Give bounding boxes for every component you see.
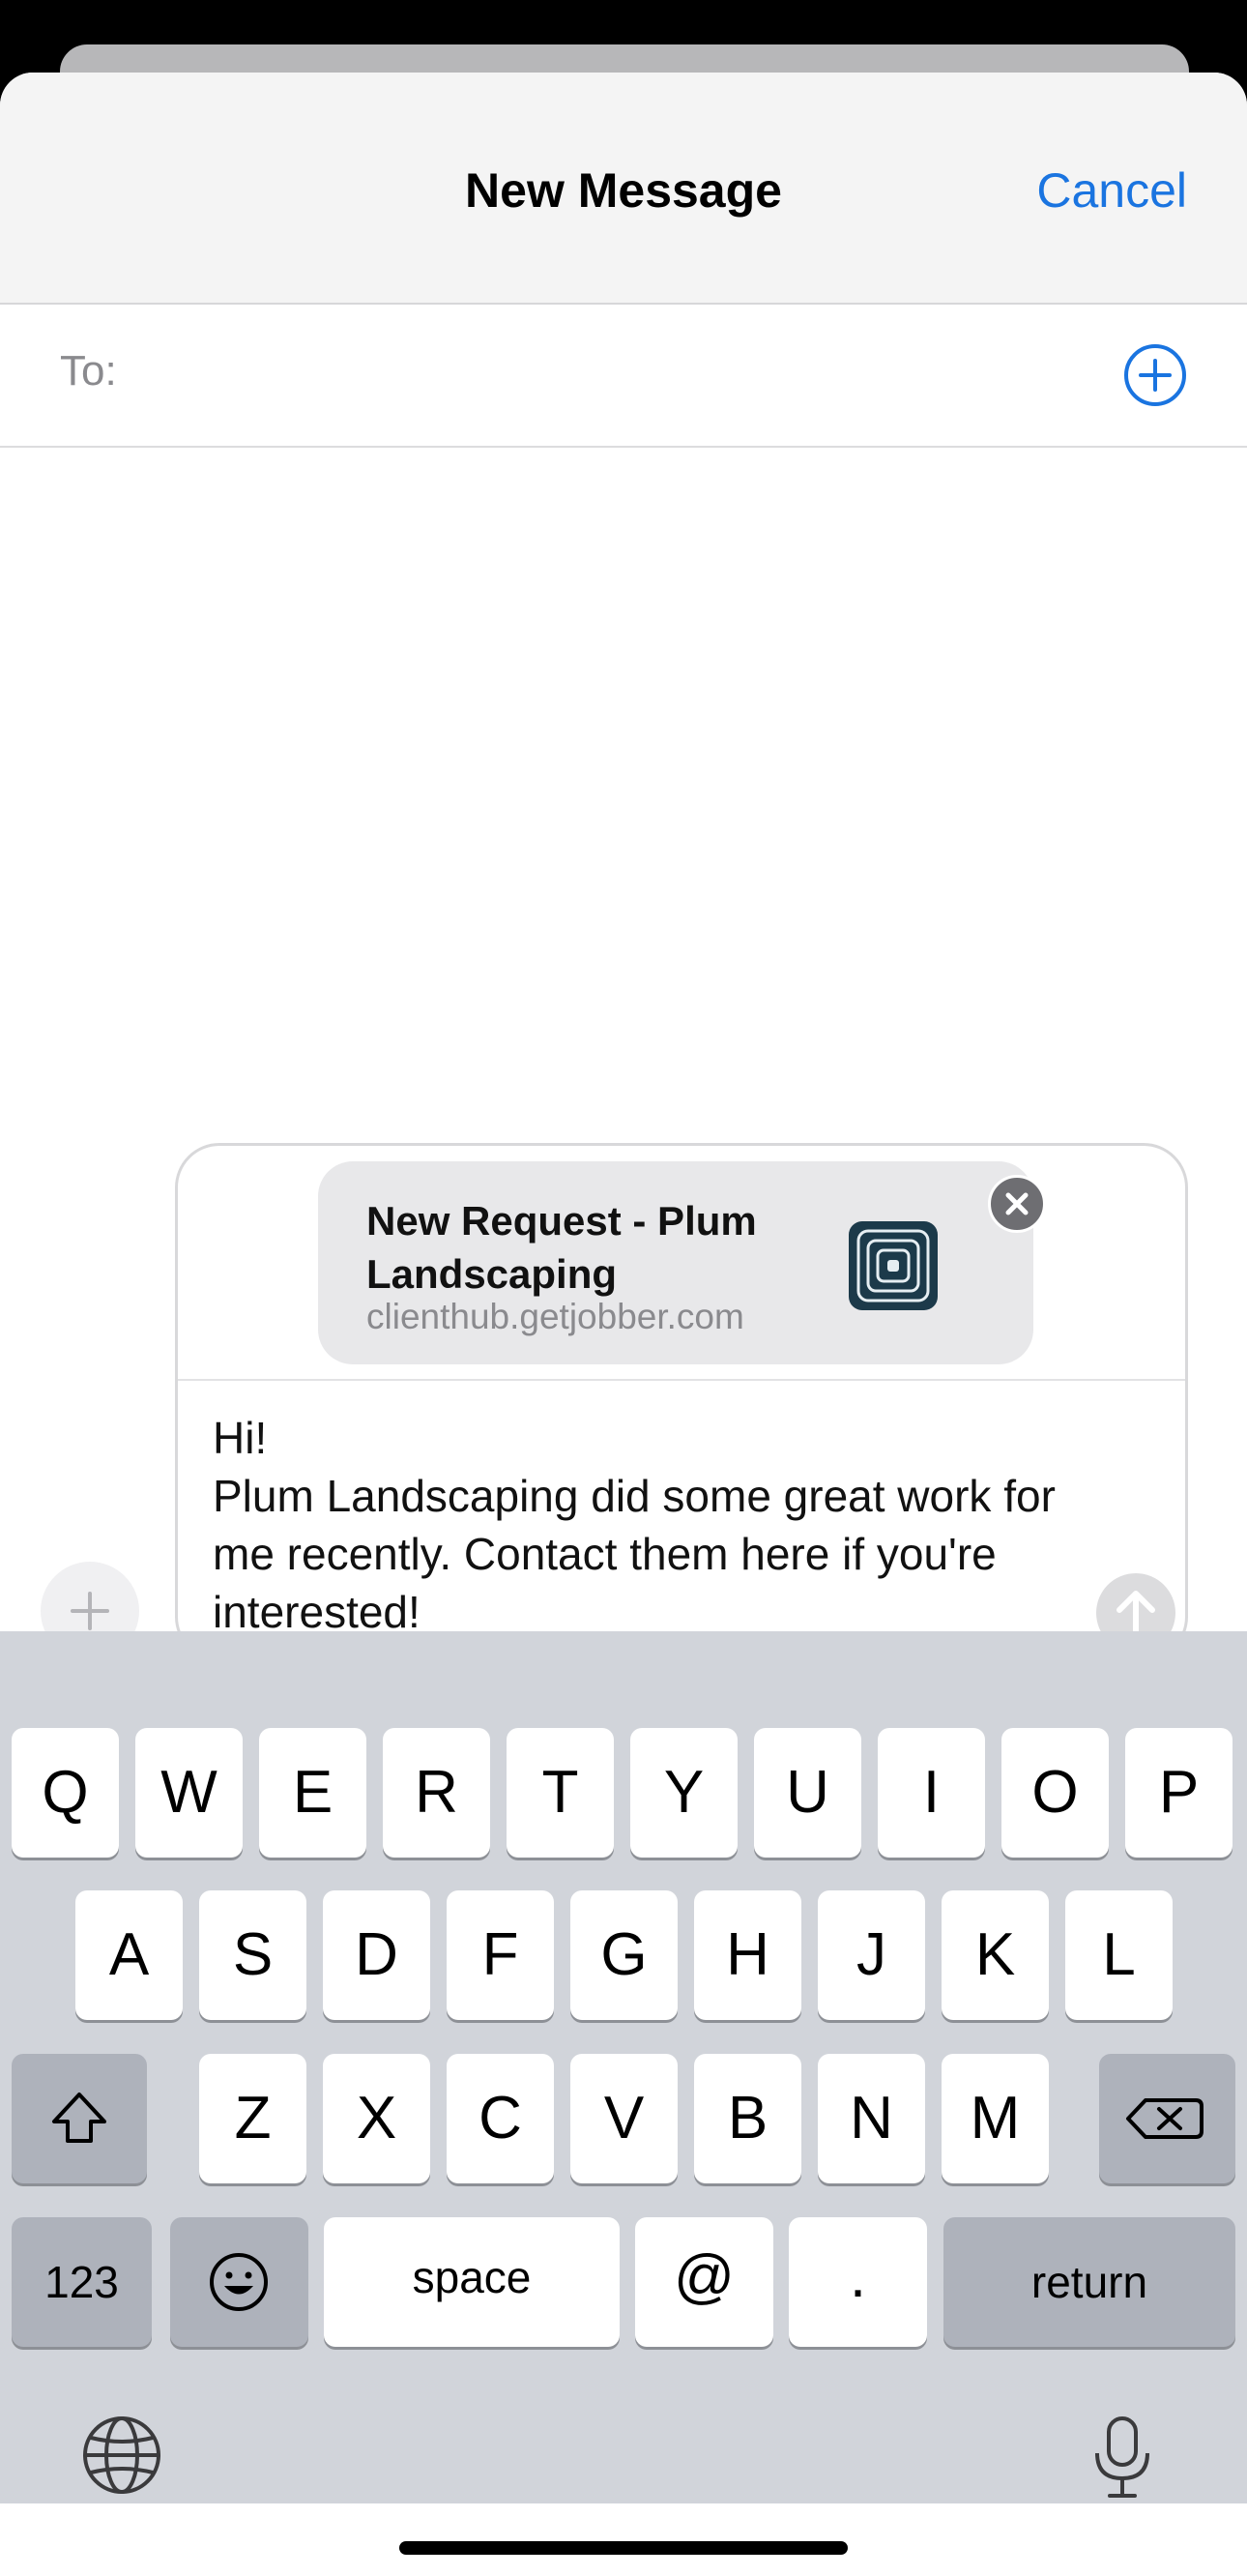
key-y[interactable]: Y: [630, 1728, 738, 1858]
key-d[interactable]: D: [323, 1890, 430, 2020]
key-f[interactable]: F: [447, 1890, 554, 2020]
numbers-key-label: 123: [44, 2257, 119, 2307]
key-label: T: [541, 1759, 579, 1826]
link-preview-title: New Request - Plum Landscaping: [366, 1198, 757, 1297]
key-q[interactable]: Q: [12, 1728, 119, 1858]
key-label: Q: [42, 1759, 89, 1826]
emoji-icon: [210, 2253, 268, 2311]
key-z[interactable]: Z: [199, 2054, 306, 2183]
to-label: To:: [60, 347, 117, 395]
cancel-button[interactable]: Cancel: [1036, 162, 1187, 219]
key-b[interactable]: B: [694, 2054, 801, 2183]
key-label: Z: [234, 2085, 272, 2152]
key-label: Y: [663, 1759, 705, 1826]
key-c[interactable]: C: [447, 2054, 554, 2183]
key-label: J: [856, 1921, 886, 1988]
return-key[interactable]: return: [943, 2217, 1235, 2347]
recipient-row[interactable]: To:: [0, 305, 1247, 448]
delete-key[interactable]: [1099, 2054, 1235, 2183]
backspace-icon: [1126, 2098, 1204, 2139]
key-l[interactable]: L: [1065, 1890, 1173, 2020]
key-label: C: [478, 2085, 522, 2152]
key-label: D: [355, 1921, 398, 1988]
jobber-logo-icon: [849, 1221, 938, 1310]
key-label: H: [726, 1921, 769, 1988]
key-h[interactable]: H: [694, 1890, 801, 2020]
key-label: S: [232, 1921, 274, 1988]
microphone-icon[interactable]: [1090, 2415, 1154, 2502]
key-label: X: [356, 2085, 397, 2152]
message-body-text[interactable]: Hi! Plum Landscaping did some great work…: [213, 1409, 1073, 1641]
key-w[interactable]: W: [135, 1728, 243, 1858]
key-u[interactable]: U: [754, 1728, 861, 1858]
key-label: N: [850, 2085, 893, 2152]
link-preview-url: clienthub.getjobber.com: [366, 1297, 744, 1336]
shift-key[interactable]: [12, 2054, 147, 2183]
key-label: I: [922, 1759, 941, 1826]
key-r[interactable]: R: [383, 1728, 490, 1858]
space-key-label: space: [412, 2252, 532, 2302]
plus-circle-icon[interactable]: [1123, 343, 1187, 407]
key-label: M: [970, 2085, 1021, 2152]
key-a[interactable]: A: [75, 1890, 183, 2020]
key-i[interactable]: I: [878, 1728, 985, 1858]
key-label: R: [415, 1759, 458, 1826]
key-label: V: [603, 2085, 645, 2152]
key-label: L: [1102, 1921, 1136, 1988]
key-label: P: [1158, 1759, 1200, 1826]
key-o[interactable]: O: [1001, 1728, 1109, 1858]
key-x[interactable]: X: [323, 2054, 430, 2183]
link-preview-card[interactable]: New Request - Plum Landscaping clienthub…: [318, 1161, 1033, 1364]
key-label: B: [727, 2085, 768, 2152]
message-compose-field[interactable]: New Request - Plum Landscaping clienthub…: [175, 1143, 1188, 1661]
at-key[interactable]: @: [635, 2217, 773, 2347]
key-j[interactable]: J: [818, 1890, 925, 2020]
dot-key[interactable]: .: [789, 2217, 927, 2347]
space-key[interactable]: space: [324, 2217, 620, 2347]
key-m[interactable]: M: [942, 2054, 1049, 2183]
close-icon[interactable]: [988, 1175, 1046, 1233]
home-indicator[interactable]: [399, 2541, 848, 2555]
key-label: G: [600, 1921, 648, 1988]
key-label: E: [292, 1759, 334, 1826]
key-k[interactable]: K: [942, 1890, 1049, 2020]
key-p[interactable]: P: [1125, 1728, 1232, 1858]
key-t[interactable]: T: [507, 1728, 614, 1858]
numbers-key[interactable]: 123: [12, 2217, 152, 2347]
key-label: W: [160, 1759, 218, 1826]
key-label: O: [1031, 1759, 1079, 1826]
key-e[interactable]: E: [259, 1728, 366, 1858]
key-label: U: [786, 1759, 829, 1826]
compose-divider: [178, 1379, 1185, 1381]
at-key-label: @: [674, 2243, 735, 2310]
emoji-key[interactable]: [170, 2217, 308, 2347]
key-label: F: [481, 1921, 519, 1988]
shift-icon: [52, 2093, 106, 2143]
globe-icon[interactable]: [81, 2415, 162, 2496]
return-key-label: return: [1030, 2257, 1148, 2307]
key-label: A: [108, 1921, 150, 1988]
key-v[interactable]: V: [570, 2054, 678, 2183]
dot-key-label: .: [849, 2243, 867, 2310]
key-s[interactable]: S: [199, 1890, 306, 2020]
keyboard: 123 space @ . return Q W E R T Y U I O P A S D F G H J K L…: [0, 1631, 1247, 2503]
key-n[interactable]: N: [818, 2054, 925, 2183]
key-label: K: [974, 1921, 1016, 1988]
key-g[interactable]: G: [570, 1890, 678, 2020]
navigation-bar: New Message Cancel: [0, 73, 1247, 305]
